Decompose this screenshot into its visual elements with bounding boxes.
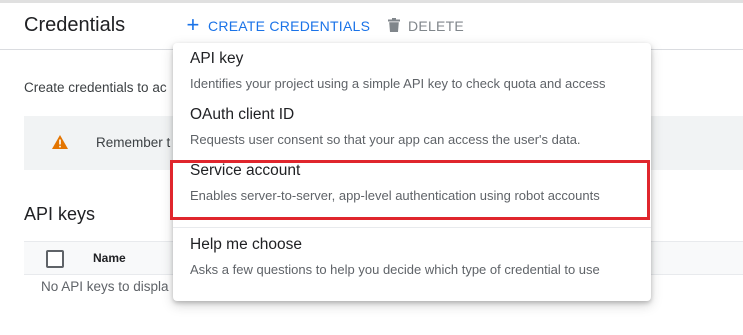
intro-text: Create credentials to ac	[24, 80, 167, 95]
trash-icon	[388, 17, 400, 35]
menu-item-help-me-choose[interactable]: Help me choose Asks a few questions to h…	[173, 229, 651, 283]
create-credentials-menu: API key Identifies your project using a …	[173, 43, 651, 301]
menu-item-description: Asks a few questions to help you decide …	[190, 262, 600, 277]
empty-state-text: No API keys to displa	[41, 279, 169, 294]
menu-item-service-account[interactable]: Service account Enables server-to-server…	[173, 155, 651, 209]
select-all-checkbox[interactable]	[46, 250, 64, 268]
page-title: Credentials	[24, 14, 126, 36]
delete-label: DELETE	[408, 18, 464, 34]
menu-item-description: Identifies your project using a simple A…	[190, 76, 606, 91]
menu-item-description: Enables server-to-server, app-level auth…	[190, 188, 600, 203]
menu-item-oauth-client-id[interactable]: OAuth client ID Requests user consent so…	[173, 99, 651, 153]
create-credentials-label: CREATE CREDENTIALS	[208, 18, 371, 34]
api-keys-heading: API keys	[24, 204, 96, 224]
delete-button[interactable]: DELETE	[388, 15, 464, 37]
menu-item-description: Requests user consent so that your app c…	[190, 132, 581, 147]
menu-item-title: API key	[190, 50, 244, 67]
menu-item-api-key[interactable]: API key Identifies your project using a …	[173, 43, 651, 97]
menu-item-title: OAuth client ID	[190, 106, 295, 123]
banner-text: Remember t	[96, 135, 171, 150]
column-header-name: Name	[93, 251, 126, 265]
menu-item-title: Service account	[190, 162, 301, 179]
create-credentials-button[interactable]: + CREATE CREDENTIALS	[186, 12, 371, 37]
plus-icon: +	[186, 12, 200, 37]
menu-divider	[173, 227, 651, 228]
menu-item-title: Help me choose	[190, 236, 303, 253]
warning-icon	[52, 135, 68, 154]
